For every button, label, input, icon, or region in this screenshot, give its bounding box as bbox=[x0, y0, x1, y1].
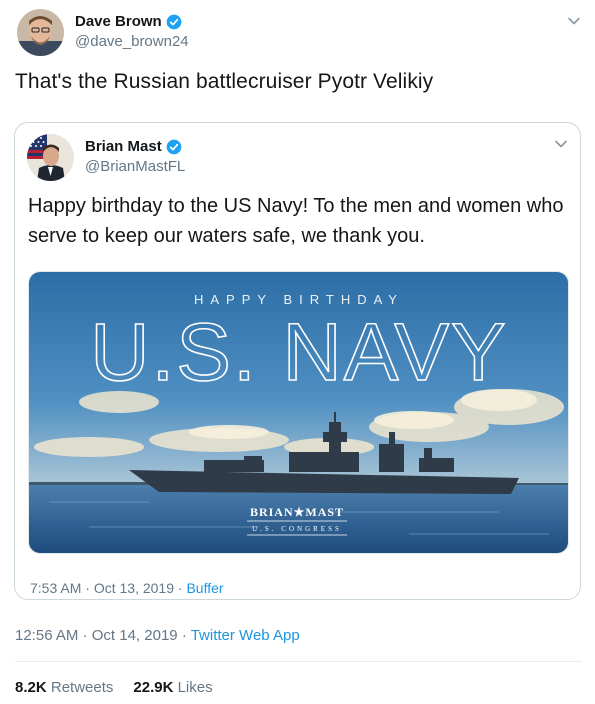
quoted-author-name[interactable]: Brian Mast bbox=[85, 138, 182, 155]
verified-badge-icon bbox=[166, 14, 182, 29]
author-name[interactable]: Dave Brown bbox=[75, 13, 182, 30]
quoted-author-handle[interactable]: @BrianMastFL bbox=[85, 158, 185, 175]
tweet-time[interactable]: 12:56 AM bbox=[15, 627, 78, 644]
tweet-source[interactable]: Twitter Web App bbox=[191, 627, 300, 644]
meta-separator: · bbox=[177, 580, 183, 596]
tweet-meta: 12:56 AM · Oct 14, 2019 · Twitter Web Ap… bbox=[15, 627, 300, 644]
quoted-author-name-text[interactable]: Brian Mast bbox=[85, 138, 162, 155]
divider bbox=[15, 661, 582, 662]
author-handle[interactable]: @dave_brown24 bbox=[75, 33, 189, 50]
quoted-tweet-time[interactable]: 7:53 AM bbox=[30, 580, 81, 596]
quoted-tweet-source[interactable]: Buffer bbox=[186, 580, 223, 596]
image-overline: HAPPY BIRTHDAY bbox=[194, 292, 404, 307]
chevron-down-icon[interactable] bbox=[554, 137, 568, 151]
quoted-tweet-text: Happy birthday to the US Navy! To the me… bbox=[28, 195, 564, 247]
quoted-tweet-meta: 7:53 AM · Oct 13, 2019 · Buffer bbox=[30, 580, 224, 596]
quoted-tweet[interactable]: Brian Mast @BrianMastFL Happy birthday t… bbox=[14, 122, 581, 600]
retweets-label: Retweets bbox=[50, 679, 114, 696]
meta-separator: · bbox=[82, 627, 88, 644]
author-avatar[interactable] bbox=[17, 9, 64, 56]
verified-badge-icon bbox=[166, 139, 182, 154]
image-logo-name: BRIAN★MAST bbox=[250, 505, 344, 519]
meta-separator: · bbox=[85, 580, 90, 596]
likes-stat[interactable]: 22.9K Likes bbox=[133, 679, 212, 696]
quoted-author-avatar[interactable] bbox=[27, 134, 74, 181]
author-name-text[interactable]: Dave Brown bbox=[75, 13, 162, 30]
quoted-tweet-date[interactable]: Oct 13, 2019 bbox=[94, 580, 174, 596]
chevron-down-icon[interactable] bbox=[567, 14, 581, 28]
likes-count: 22.9K bbox=[133, 679, 174, 696]
retweets-stat[interactable]: 8.2K Retweets bbox=[15, 679, 113, 696]
retweets-count: 8.2K bbox=[15, 679, 47, 696]
quoted-tweet-image[interactable]: HAPPY BIRTHDAY U.S. NAVY BRIAN★MAST U.S.… bbox=[28, 271, 569, 554]
meta-separator: · bbox=[181, 627, 187, 644]
tweet: Dave Brown @dave_brown24 That's the Russ… bbox=[0, 0, 595, 704]
tweet-date[interactable]: Oct 14, 2019 bbox=[92, 627, 178, 644]
tweet-stats: 8.2K Retweets 22.9K Likes bbox=[15, 679, 213, 696]
image-headline: U.S. NAVY bbox=[90, 307, 507, 398]
tweet-text: That's the Russian battlecruiser Pyotr V… bbox=[15, 70, 434, 93]
likes-label: Likes bbox=[177, 679, 213, 696]
image-logo-sub: U.S. CONGRESS bbox=[252, 525, 342, 533]
